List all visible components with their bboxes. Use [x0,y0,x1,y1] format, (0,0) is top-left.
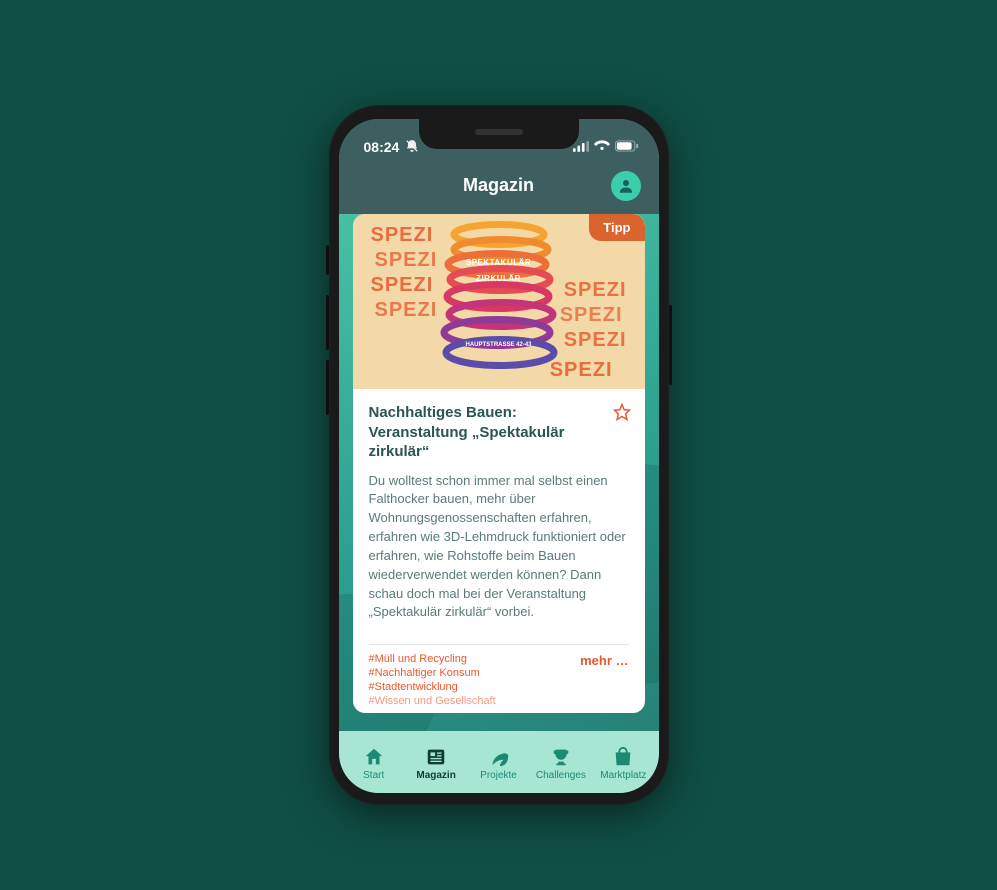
person-icon [617,177,635,195]
poster-text: SPEZI [560,304,623,327]
nav-start[interactable]: Start [343,746,405,781]
battery-icon [615,139,639,155]
poster-banner: ZIRKULÄR [476,274,521,283]
article-title: Nachhaltiges Bauen: Veranstaltung „Spekt… [369,403,629,462]
status-time: 08:24 [364,139,400,155]
article-footer: #Müll und Recycling #Nachhaltiger Konsum… [353,653,645,713]
nav-challenges[interactable]: Challenges [530,746,592,781]
news-icon [425,746,447,768]
nav-label: Start [363,770,384,781]
poster-text: SPEZI [564,329,627,352]
app-header: Magazin [339,165,659,214]
article-card[interactable]: SPEZI SPEZI SPEZI SPEZI SPEZI SPEZI SPEZ… [353,214,645,713]
nav-label: Challenges [536,770,586,781]
trophy-icon [550,746,572,768]
screen: 08:24 Magazin [339,119,659,793]
article-body: Nachhaltiges Bauen: Veranstaltung „Spekt… [353,389,645,632]
volume-button [326,245,329,275]
wifi-icon [594,139,610,155]
nav-marktplatz[interactable]: Marktplatz [592,746,654,781]
article-text: Du wolltest schon immer mal selbst einen… [369,472,629,623]
volume-button [326,360,329,415]
volume-button [326,295,329,350]
page-title: Magazin [463,175,534,196]
star-icon [613,403,631,421]
poster-text: SPEZI [371,224,434,247]
tag[interactable]: #Müll und Recycling [369,653,496,665]
nav-label: Projekte [480,770,517,781]
poster-banner: SPEKTAKULÄR [466,258,531,267]
tag-list: #Müll und Recycling #Nachhaltiger Konsum… [369,653,496,707]
nav-projekte[interactable]: Projekte [467,746,529,781]
nav-label: Magazin [416,770,455,781]
poster-street: HAUPTSTRASSE 42-43 [465,342,531,348]
power-button [669,305,672,385]
leaf-icon [488,746,510,768]
mute-icon [405,139,419,156]
more-link[interactable]: mehr … [580,653,628,668]
nav-magazin[interactable]: Magazin [405,746,467,781]
bottom-nav: Start Magazin Projekte Challenges [339,731,659,793]
favorite-button[interactable] [613,403,631,426]
tag[interactable]: #Wissen und Gesellschaft [369,695,496,707]
phone-frame: 08:24 Magazin [329,105,669,805]
bag-icon [612,746,634,768]
nav-label: Marktplatz [600,770,646,781]
home-icon [363,746,385,768]
tag[interactable]: #Stadtentwicklung [369,681,496,693]
tag[interactable]: #Nachhaltiger Konsum [369,667,496,679]
poster-text: SPEZI [371,274,434,297]
profile-button[interactable] [611,171,641,201]
tip-badge: Tipp [589,214,644,241]
content-area: SPEZI SPEZI SPEZI SPEZI SPEZI SPEZI SPEZ… [339,214,659,731]
notch [419,119,579,149]
divider [369,644,629,645]
poster-text: SPEZI [564,279,627,302]
spiral-graphic [429,214,569,389]
article-image: SPEZI SPEZI SPEZI SPEZI SPEZI SPEZI SPEZ… [353,214,645,389]
